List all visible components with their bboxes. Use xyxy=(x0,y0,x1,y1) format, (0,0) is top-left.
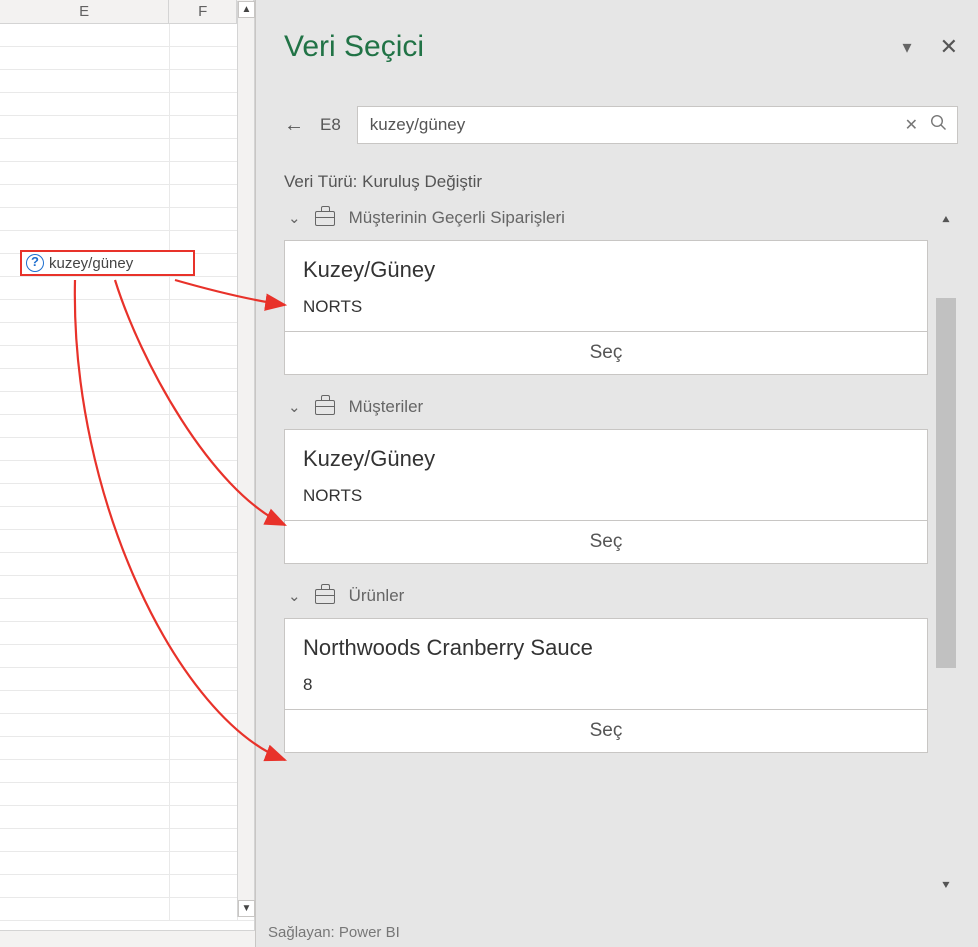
briefcase-icon xyxy=(315,211,335,226)
grid-row[interactable] xyxy=(0,162,254,185)
grid-row[interactable] xyxy=(0,645,254,668)
grid-row[interactable] xyxy=(0,47,254,70)
card-title: Kuzey/Güney xyxy=(303,257,909,283)
grid-row[interactable] xyxy=(0,139,254,162)
active-cell-text: kuzey/güney xyxy=(49,255,133,272)
search-icon[interactable] xyxy=(930,114,947,136)
scroll-up-icon[interactable]: ⯅ xyxy=(934,208,958,232)
search-box[interactable]: ✕ xyxy=(357,106,958,144)
clear-search-icon[interactable]: ✕ xyxy=(905,115,918,135)
grid-row[interactable] xyxy=(0,714,254,737)
spreadsheet-area: E F kuzey/güney ▲ ▼ xyxy=(0,0,255,947)
grid-row[interactable] xyxy=(0,530,254,553)
result-card: Kuzey/Güney NORTS Seç xyxy=(284,429,928,564)
scroll-thumb[interactable] xyxy=(936,298,956,668)
cell-reference: E8 xyxy=(320,115,341,135)
grid-row[interactable] xyxy=(0,277,254,300)
panel-title: Veri Seçici xyxy=(284,30,424,64)
grid-row[interactable] xyxy=(0,576,254,599)
column-header-e[interactable]: E xyxy=(0,0,169,23)
close-icon[interactable]: ✕ xyxy=(940,34,958,60)
grid-row[interactable] xyxy=(0,852,254,875)
scroll-down-icon[interactable]: ▼ xyxy=(238,900,255,917)
grid-row[interactable] xyxy=(0,438,254,461)
result-card: Kuzey/Güney NORTS Seç xyxy=(284,240,928,375)
grid-row[interactable] xyxy=(0,392,254,415)
grid-row[interactable] xyxy=(0,369,254,392)
grid-rows[interactable] xyxy=(0,24,254,921)
card-title: Northwoods Cranberry Sauce xyxy=(303,635,909,661)
group-label: Müşterinin Geçerli Siparişleri xyxy=(349,208,565,228)
search-input[interactable] xyxy=(368,114,893,136)
grid-row[interactable] xyxy=(0,484,254,507)
grid-row[interactable] xyxy=(0,737,254,760)
grid-row[interactable] xyxy=(0,875,254,898)
horizontal-scrollbar[interactable] xyxy=(0,930,255,947)
grid-row[interactable] xyxy=(0,668,254,691)
grid-row[interactable] xyxy=(0,70,254,93)
active-cell[interactable]: kuzey/güney xyxy=(20,250,195,276)
card-subtitle: NORTS xyxy=(303,297,909,317)
scroll-up-icon[interactable]: ▲ xyxy=(238,1,255,18)
grid-row[interactable] xyxy=(0,507,254,530)
group-header-products[interactable]: ⌄ Ürünler xyxy=(288,586,928,606)
card-title: Kuzey/Güney xyxy=(303,446,909,472)
select-button[interactable]: Seç xyxy=(285,331,927,374)
dropdown-icon[interactable]: ▾ xyxy=(903,37,912,58)
select-button[interactable]: Seç xyxy=(285,709,927,752)
grid-row[interactable] xyxy=(0,829,254,852)
back-arrow-icon[interactable]: ← xyxy=(284,114,304,137)
grid-row[interactable] xyxy=(0,323,254,346)
grid-row[interactable] xyxy=(0,415,254,438)
grid-row[interactable] xyxy=(0,760,254,783)
question-mark-icon xyxy=(26,254,44,272)
group-label: Müşteriler xyxy=(349,397,424,417)
group-label: Ürünler xyxy=(349,586,405,606)
briefcase-icon xyxy=(315,589,335,604)
grid-row[interactable] xyxy=(0,300,254,323)
panel-footer: Sağlayan: Power BI xyxy=(268,924,400,941)
chevron-down-icon: ⌄ xyxy=(288,209,301,227)
grid-row[interactable] xyxy=(0,622,254,645)
chevron-down-icon: ⌄ xyxy=(288,398,301,416)
column-header-f[interactable]: F xyxy=(169,0,237,23)
group-header-customers[interactable]: ⌄ Müşteriler xyxy=(288,397,928,417)
grid-row[interactable] xyxy=(0,346,254,369)
group-header-orders[interactable]: ⌄ Müşterinin Geçerli Siparişleri xyxy=(288,208,928,228)
grid-row[interactable] xyxy=(0,783,254,806)
data-selector-panel: Veri Seçici ▾ ✕ ← E8 ✕ Veri Türü: Kurulu xyxy=(255,0,978,947)
briefcase-icon xyxy=(315,400,335,415)
grid-row[interactable] xyxy=(0,461,254,484)
card-subtitle: 8 xyxy=(303,675,909,695)
scroll-down-icon[interactable]: ⯆ xyxy=(934,874,958,898)
grid-row[interactable] xyxy=(0,208,254,231)
grid-row[interactable] xyxy=(0,24,254,47)
panel-scrollbar[interactable]: ⯅ ⯆ xyxy=(934,208,958,898)
vertical-scrollbar[interactable]: ▲ ▼ xyxy=(237,1,254,917)
grid-row[interactable] xyxy=(0,806,254,829)
grid-row[interactable] xyxy=(0,93,254,116)
grid-row[interactable] xyxy=(0,691,254,714)
grid-row[interactable] xyxy=(0,116,254,139)
grid-row[interactable] xyxy=(0,185,254,208)
card-subtitle: NORTS xyxy=(303,486,909,506)
select-button[interactable]: Seç xyxy=(285,520,927,563)
results-area: ⌄ Müşterinin Geçerli Siparişleri Kuzey/G… xyxy=(284,208,958,898)
result-card: Northwoods Cranberry Sauce 8 Seç xyxy=(284,618,928,753)
column-headers: E F xyxy=(0,0,254,24)
chevron-down-icon: ⌄ xyxy=(288,587,301,605)
grid-row[interactable] xyxy=(0,898,254,921)
data-type-line[interactable]: Veri Türü: Kuruluş Değiştir xyxy=(284,172,958,192)
grid-row[interactable] xyxy=(0,553,254,576)
grid-row[interactable] xyxy=(0,599,254,622)
